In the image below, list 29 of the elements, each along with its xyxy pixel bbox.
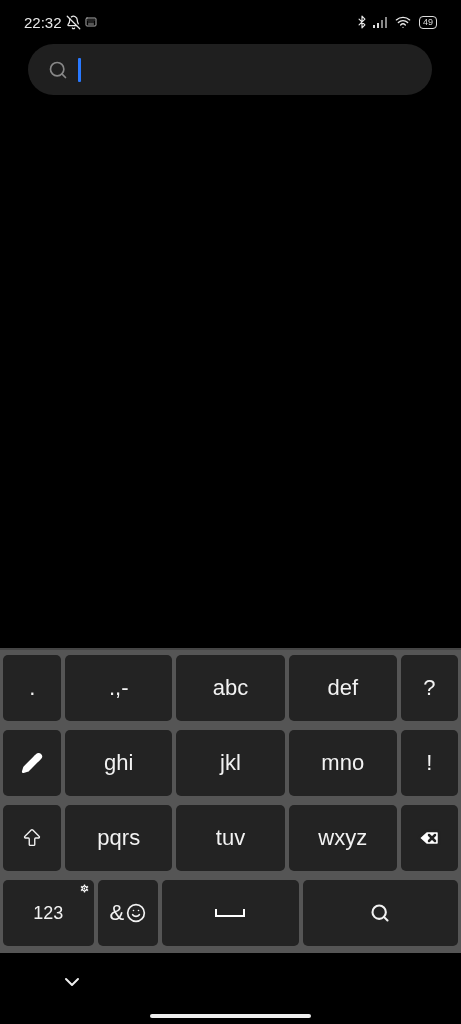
emoji-symbols-key[interactable]: & [97, 880, 158, 946]
keyboard-icon [84, 16, 97, 28]
search-field[interactable] [28, 44, 432, 95]
keyboard-key[interactable]: ghi [65, 730, 173, 796]
keyboard-key[interactable]: ? [400, 655, 458, 721]
keyboard-key[interactable]: mno [288, 730, 397, 796]
handwriting-key[interactable] [3, 730, 62, 796]
keyboard-key[interactable]: ! [400, 730, 458, 796]
keyboard-key[interactable]: jkl [176, 730, 285, 796]
keyboard-key[interactable]: .,- [65, 655, 173, 721]
battery-level: 49 [419, 15, 437, 29]
space-icon [215, 909, 246, 917]
keyboard-key[interactable]: wxyz [288, 805, 397, 871]
numbers-key[interactable]: 123 [3, 880, 94, 946]
search-icon [48, 59, 68, 80]
smiley-icon [126, 903, 147, 923]
bell-off-icon [65, 14, 81, 30]
keyboard-key[interactable]: pqrs [65, 805, 173, 871]
keyboard-key[interactable]: . [3, 655, 62, 721]
clock: 22:32 [24, 13, 62, 31]
search-icon [370, 903, 391, 923]
backspace-key[interactable] [400, 805, 458, 871]
keyboard-key[interactable]: tuv [176, 805, 285, 871]
gear-icon [78, 883, 90, 894]
keyboard-key[interactable]: def [288, 655, 397, 721]
shift-key[interactable] [3, 805, 62, 871]
keyboard-key[interactable]: abc [176, 655, 285, 721]
pencil-icon [21, 752, 44, 774]
wifi-icon [395, 14, 411, 30]
